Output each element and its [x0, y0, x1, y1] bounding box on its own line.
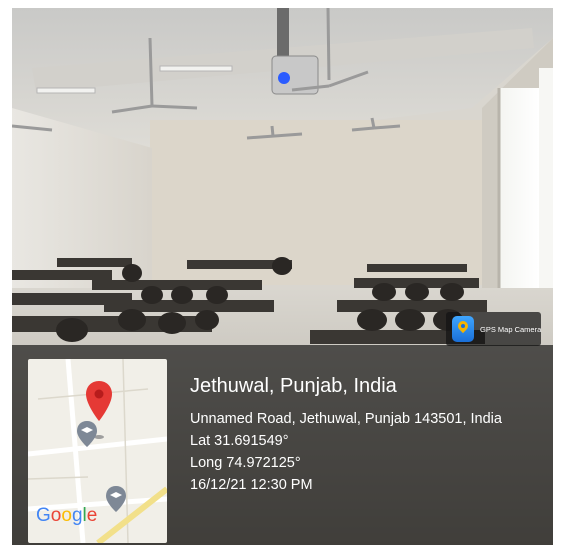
- map-thumbnail: Google: [28, 359, 167, 543]
- location-title: Jethuwal, Punjab, India: [190, 375, 397, 397]
- longitude-text: Long 74.972125°: [190, 455, 301, 471]
- school-icon: [77, 421, 97, 447]
- school-icon: [106, 486, 126, 512]
- address-text: Unnamed Road, Jethuwal, Punjab 143501, I…: [190, 411, 502, 427]
- map-pin-icon: [452, 316, 474, 342]
- location-details: Jethuwal, Punjab, India Unnamed Road, Je…: [190, 374, 502, 496]
- latitude-text: Lat 31.691549°: [190, 433, 289, 449]
- badge-label: GPS Map Camera: [480, 324, 542, 334]
- google-logo: Google: [36, 505, 98, 526]
- datetime-text: 16/12/21 12:30 PM: [190, 477, 313, 493]
- gps-map-camera-badge: GPS Map Camera: [446, 312, 541, 346]
